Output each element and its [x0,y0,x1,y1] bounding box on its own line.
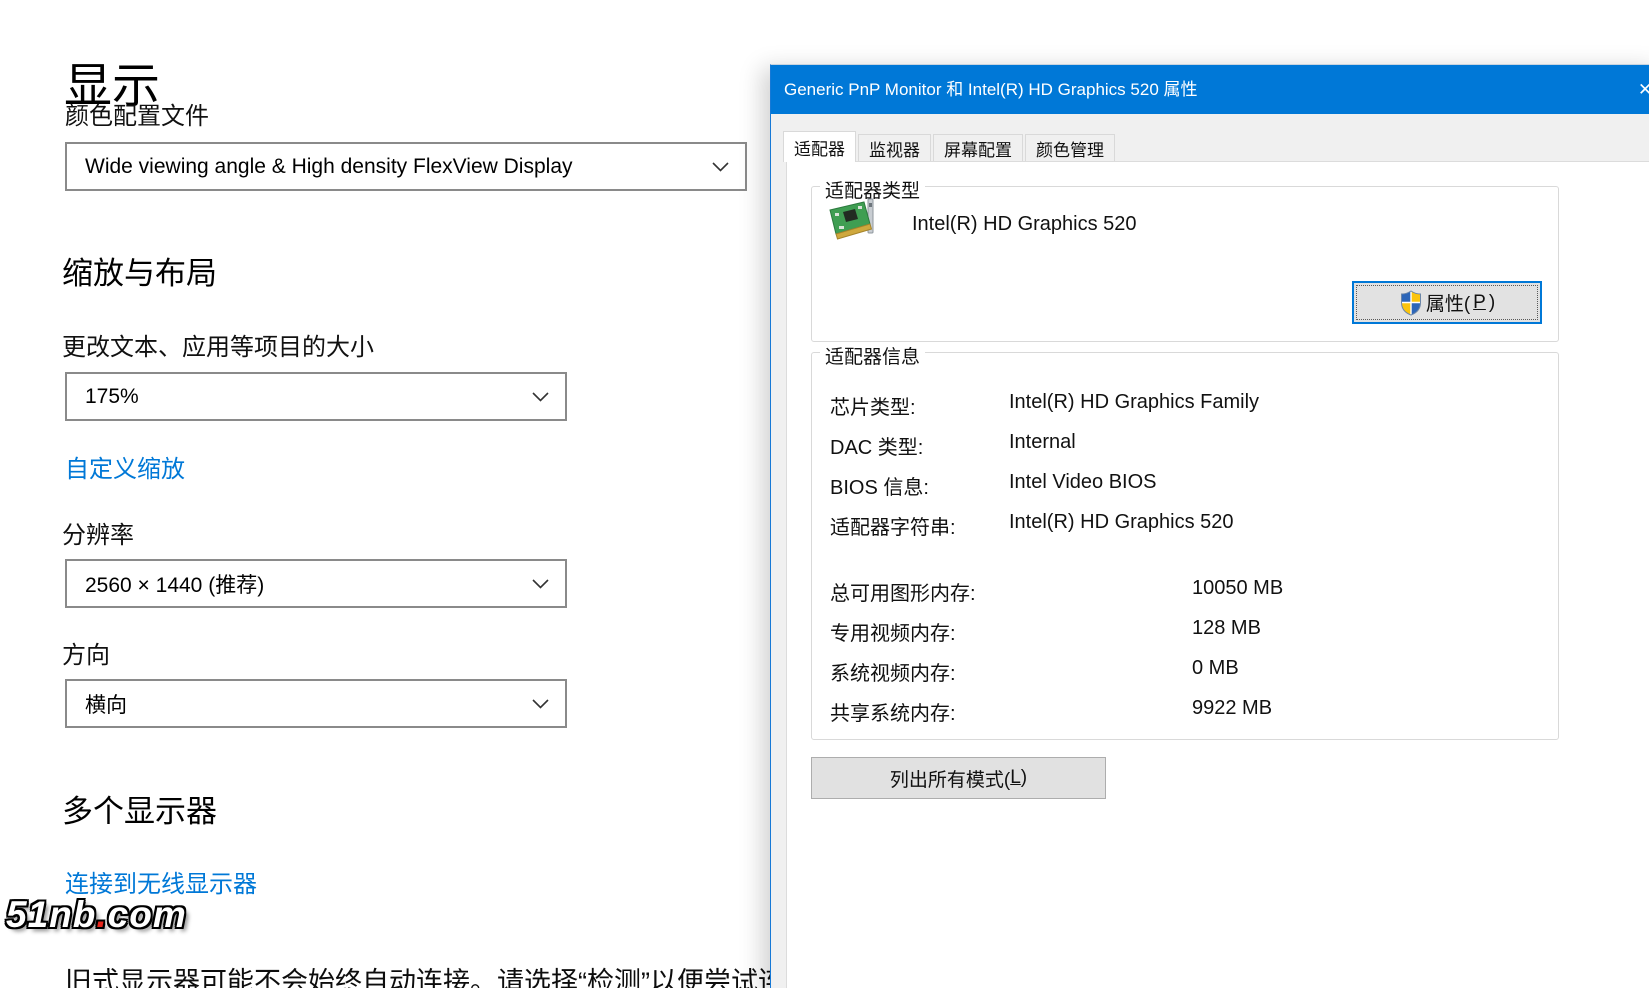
properties-button[interactable]: 属性(P) [1352,281,1542,324]
multiple-displays-heading: 多个显示器 [62,786,217,831]
chevron-down-icon [532,392,549,402]
properties-button-accesskey: P [1473,292,1486,314]
scale-select[interactable]: 175% [65,372,567,421]
watermark-part1: 51nb [6,894,96,935]
dialog-titlebar[interactable]: Generic PnP Monitor 和 Intel(R) HD Graphi… [771,65,1649,114]
scale-value: 175% [85,385,139,409]
total-graphics-memory-label: 总可用图形内存: [830,577,976,606]
resolution-label: 分辨率 [62,515,134,550]
screen: 显示 颜色配置文件 Wide viewing angle & High dens… [0,0,1649,988]
list-modes-accesskey: L [1010,767,1021,789]
watermark-part2: com [108,894,187,935]
color-profile-value: Wide viewing angle & High density FlexVi… [85,155,573,179]
properties-button-label-end: ) [1489,292,1495,314]
tab-panel-adapter: 适配器类型 Intel(R) HD Graphics 520 [786,161,1649,988]
list-all-modes-button[interactable]: 列出所有模式(L) [811,757,1106,799]
chevron-down-icon [712,162,729,172]
bios-info-value: Intel Video BIOS [1009,471,1157,494]
scale-label: 更改文本、应用等项目的大小 [62,327,374,362]
gpu-card-icon [824,197,878,243]
shared-system-memory-label: 共享系统内存: [830,697,956,726]
watermark-51nb: 51nb.com [6,894,187,936]
total-graphics-memory-value: 10050 MB [1192,577,1283,600]
list-modes-label-end: ) [1021,767,1027,789]
close-button[interactable]: ✕ [1629,65,1649,114]
adapter-type-group: 适配器类型 Intel(R) HD Graphics 520 [811,186,1559,342]
color-profile-select[interactable]: Wide viewing angle & High density FlexVi… [65,142,747,191]
system-video-memory-label: 系统视频内存: [830,657,956,686]
system-video-memory-value: 0 MB [1192,657,1239,680]
adapter-name: Intel(R) HD Graphics 520 [912,213,1137,236]
resolution-value: 2560 × 1440 (推荐) [85,569,264,599]
tab-screen-config[interactable]: 屏幕配置 [933,134,1023,161]
shared-system-memory-value: 9922 MB [1192,697,1272,720]
dialog-title: Generic PnP Monitor 和 Intel(R) HD Graphi… [784,65,1198,114]
chip-type-label: 芯片类型: [830,391,916,420]
bios-info-label: BIOS 信息: [830,471,929,500]
dac-type-value: Internal [1009,431,1076,454]
close-icon: ✕ [1638,80,1649,99]
tab-adapter[interactable]: 适配器 [783,131,856,162]
custom-scaling-link[interactable]: 自定义缩放 [65,449,185,484]
adapter-info-group-label: 适配器信息 [820,342,925,369]
adapter-string-label: 适配器字符串: [830,511,956,540]
orientation-select[interactable]: 横向 [65,679,567,728]
adapter-string-value: Intel(R) HD Graphics 520 [1009,511,1234,534]
adapter-properties-dialog: Generic PnP Monitor 和 Intel(R) HD Graphi… [770,64,1649,988]
properties-button-label: 属性( [1426,289,1470,316]
watermark-dot: . [96,894,107,935]
adapter-info-group: 适配器信息 芯片类型: Intel(R) HD Graphics Family … [811,352,1559,740]
dedicated-video-memory-label: 专用视频内存: [830,617,956,646]
orientation-label: 方向 [62,635,110,670]
chevron-down-icon [532,579,549,589]
dedicated-video-memory-value: 128 MB [1192,617,1261,640]
dac-type-label: DAC 类型: [830,431,923,460]
chevron-down-icon [532,699,549,709]
orientation-value: 横向 [85,689,127,719]
resolution-select[interactable]: 2560 × 1440 (推荐) [65,559,567,608]
tab-color-management[interactable]: 颜色管理 [1025,134,1115,161]
color-profile-label: 颜色配置文件 [65,96,209,131]
dialog-tabs: 适配器 监视器 屏幕配置 颜色管理 [783,131,1117,161]
chip-type-value: Intel(R) HD Graphics Family [1009,391,1259,414]
scale-layout-heading: 缩放与布局 [62,248,217,293]
tab-monitor[interactable]: 监视器 [858,134,931,161]
list-modes-label: 列出所有模式( [890,765,1010,792]
uac-shield-icon [1399,290,1423,316]
